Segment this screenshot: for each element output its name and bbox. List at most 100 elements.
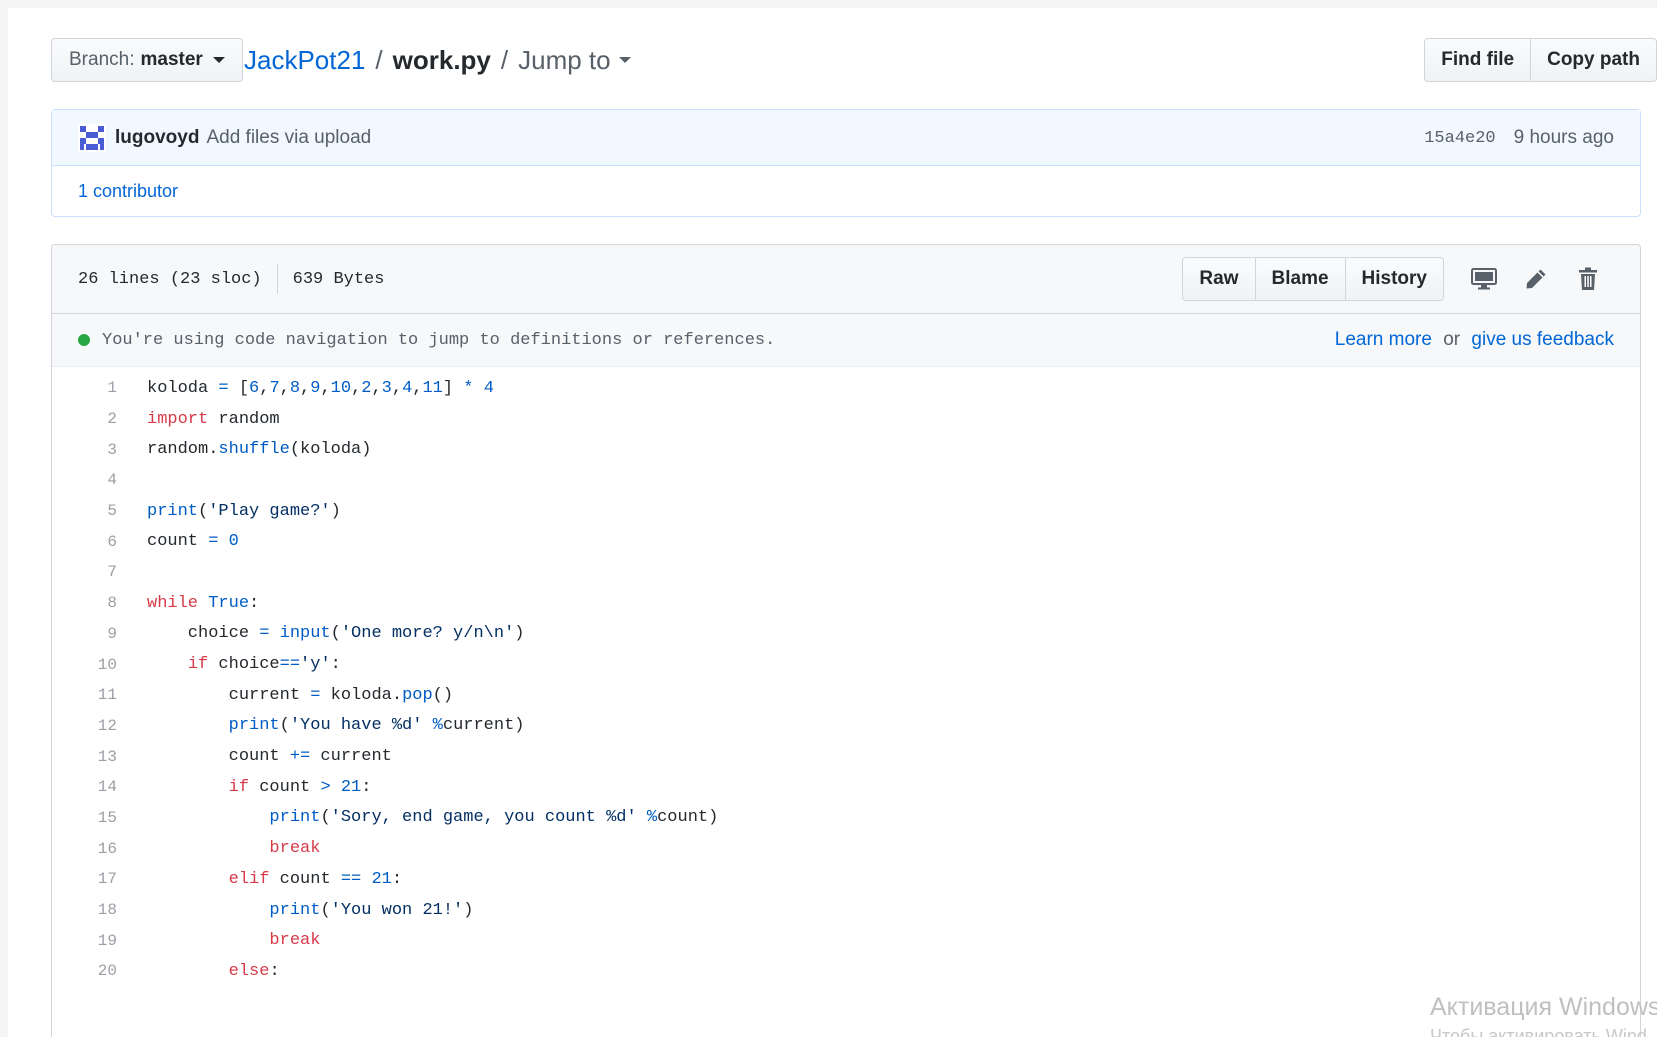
jump-to-label: Jump to: [518, 44, 611, 75]
line-number[interactable]: 1: [52, 379, 117, 397]
branch-selector[interactable]: Branch: master: [51, 38, 243, 82]
code-line: 13 count += current: [52, 741, 1640, 772]
raw-button[interactable]: Raw: [1182, 257, 1256, 301]
breadcrumb-separator: /: [500, 44, 509, 75]
code-token: pop: [402, 685, 433, 705]
caret-down-icon: [212, 57, 225, 63]
line-number[interactable]: 16: [52, 840, 117, 858]
file-navigation: Branch: master JackPot21 / work.py / Jum…: [51, 38, 1657, 90]
line-number[interactable]: 7: [52, 563, 117, 581]
code-token: import: [147, 409, 209, 429]
commit-sha[interactable]: 15a4e20: [1424, 129, 1495, 148]
line-number[interactable]: 5: [52, 502, 117, 520]
code-token: (: [198, 501, 209, 521]
line-number[interactable]: 12: [52, 717, 117, 735]
learn-more-link[interactable]: Learn more: [1335, 329, 1432, 350]
code-token: 21: [371, 869, 392, 889]
code-blob: 1 koloda = [6,7,8,9,10,2,3,4,11] * 4 2 impo…: [52, 367, 1640, 987]
code-line: 17 elif count == 21:: [52, 864, 1640, 895]
code-token: ,: [279, 378, 290, 398]
code-token: 2: [361, 378, 372, 398]
line-number[interactable]: 19: [52, 932, 117, 950]
code-token: count: [269, 869, 341, 889]
line-content: print('Play game?'): [117, 502, 341, 521]
code-token: count: [147, 532, 209, 552]
line-content: import random: [117, 410, 280, 429]
code-token: current: [147, 685, 311, 705]
jump-to-dropdown[interactable]: Jump to: [518, 45, 631, 76]
code-token: 10: [330, 378, 352, 398]
line-number[interactable]: 14: [52, 778, 117, 796]
line-number[interactable]: 11: [52, 686, 117, 704]
code-token: :: [269, 961, 280, 981]
line-number[interactable]: 4: [52, 471, 117, 489]
code-token: ,: [259, 378, 270, 398]
code-token: ,: [391, 378, 403, 398]
code-token: random.: [147, 440, 219, 460]
code-token: =: [310, 685, 321, 705]
code-token: print: [269, 808, 321, 828]
find-file-button[interactable]: Find file: [1424, 38, 1532, 82]
code-line: 5 print('Play game?'): [52, 496, 1640, 527]
line-number[interactable]: 9: [52, 625, 117, 643]
line-number[interactable]: 17: [52, 870, 117, 888]
history-button[interactable]: History: [1345, 257, 1444, 301]
contributors-link[interactable]: 1 contributor: [78, 181, 178, 202]
code-token: ): [463, 900, 474, 920]
code-line: 8 while True:: [52, 588, 1640, 619]
code-token: (: [279, 716, 290, 736]
code-token: choice: [208, 655, 280, 675]
code-token: 'One more? y/n\n': [340, 624, 515, 644]
code-token: break: [269, 931, 321, 951]
line-number[interactable]: 10: [52, 656, 117, 674]
trash-icon[interactable]: [1562, 257, 1614, 301]
line-content: else:: [117, 962, 280, 981]
code-token: 8: [289, 378, 301, 398]
blame-button[interactable]: Blame: [1255, 257, 1346, 301]
copy-path-button[interactable]: Copy path: [1531, 38, 1657, 82]
code-token: ]: [442, 378, 464, 398]
commit-author[interactable]: lugovoyd: [115, 127, 199, 149]
line-number[interactable]: 18: [52, 901, 117, 919]
commit-time: 9 hours ago: [1513, 127, 1614, 148]
code-token: (: [330, 624, 341, 644]
line-number[interactable]: 3: [52, 441, 117, 459]
commit-message[interactable]: Add files via upload: [206, 127, 371, 149]
code-token: :: [361, 777, 372, 797]
file-name: work.py: [392, 44, 491, 75]
line-number[interactable]: 6: [52, 533, 117, 551]
code-navigation-notice: You're using code navigation to jump to …: [52, 314, 1640, 367]
feedback-link[interactable]: give us feedback: [1471, 329, 1614, 350]
code-token: print: [147, 501, 199, 521]
line-number[interactable]: 2: [52, 410, 117, 428]
line-number[interactable]: 13: [52, 748, 117, 766]
pencil-icon[interactable]: [1510, 257, 1562, 301]
avatar[interactable]: [78, 123, 106, 152]
divider: [276, 264, 278, 294]
line-number[interactable]: 20: [52, 962, 117, 980]
code-token: +=: [289, 747, 311, 767]
code-token: current): [442, 716, 525, 736]
line-count: 26 lines (23 sloc): [78, 269, 262, 289]
line-number[interactable]: 15: [52, 809, 117, 827]
line-content: choice = input('One more? y/n\n'): [117, 624, 525, 644]
code-token: input: [279, 624, 331, 644]
line-number[interactable]: 8: [52, 594, 117, 612]
line-content: count += current: [117, 747, 392, 766]
code-token: 0: [228, 532, 239, 552]
file-info: 26 lines (23 sloc) 639 Bytes: [78, 264, 384, 294]
line-content: break: [117, 931, 320, 950]
code-line: 19 break: [52, 925, 1640, 956]
code-token: ,: [320, 378, 331, 398]
file-actions: Raw Blame History: [1182, 257, 1614, 301]
repo-link[interactable]: JackPot21: [244, 45, 365, 76]
desktop-icon[interactable]: [1458, 257, 1510, 301]
code-token: ,: [351, 378, 362, 398]
code-token: 11: [422, 378, 443, 398]
code-line: 9 choice = input('One more? y/n\n'): [52, 619, 1640, 650]
